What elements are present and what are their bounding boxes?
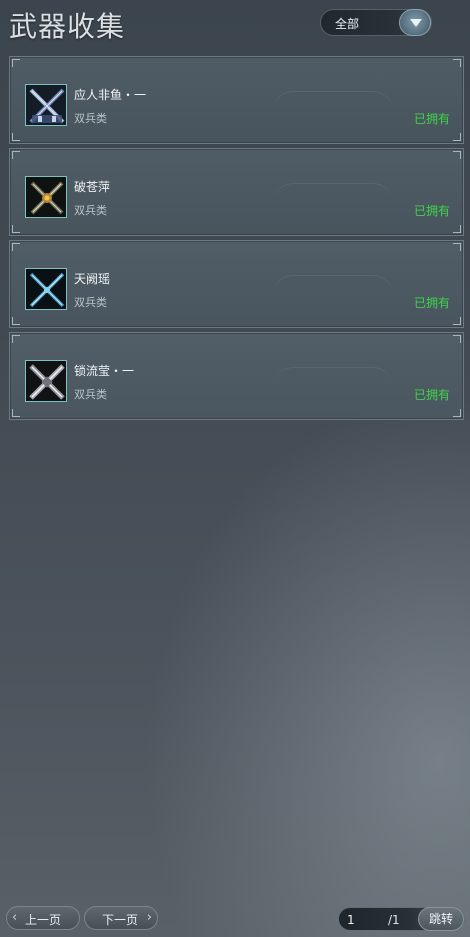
weapon-name: 破苍萍 <box>74 180 111 194</box>
dual-blades-blue-icon <box>25 84 67 126</box>
weapon-type: 双兵类 <box>74 388 107 401</box>
filter-selected-value: 全部 <box>335 17 360 31</box>
weapon-card[interactable]: 应人非鱼・一 双兵类 已拥有 <box>9 56 464 144</box>
weapon-type: 双兵类 <box>74 112 107 125</box>
next-page-button[interactable]: 下一页 › <box>84 906 158 930</box>
header: 武器收集 全部 <box>0 0 470 50</box>
corner-ornament <box>453 59 461 67</box>
jump-button[interactable]: 跳转 <box>418 907 464 931</box>
corner-ornament <box>453 335 461 343</box>
chevron-left-icon: ‹ <box>12 910 18 925</box>
weapon-name: 天阙瑶 <box>74 272 111 286</box>
corner-ornament <box>453 151 461 159</box>
weapon-name: 应人非鱼・一 <box>74 88 147 102</box>
prev-page-label: 上一页 <box>25 913 62 927</box>
next-page-label: 下一页 <box>102 913 139 927</box>
chevron-right-icon: › <box>146 910 152 925</box>
dual-blades-silver-icon <box>25 360 67 402</box>
weapon-name: 锁流莹・一 <box>74 364 135 378</box>
corner-ornament <box>453 133 461 141</box>
corner-ornament <box>12 133 20 141</box>
corner-ornament <box>12 59 20 67</box>
owned-status: 已拥有 <box>413 388 450 402</box>
owned-status: 已拥有 <box>413 112 450 126</box>
cloud-pattern <box>273 183 393 207</box>
corner-ornament <box>453 409 461 417</box>
cloud-pattern <box>273 91 393 115</box>
corner-ornament <box>12 151 20 159</box>
owned-status: 已拥有 <box>413 204 450 218</box>
page-total: /1 <box>388 913 400 927</box>
corner-ornament <box>453 317 461 325</box>
corner-ornament <box>12 243 20 251</box>
prev-page-button[interactable]: ‹ 上一页 <box>6 906 80 930</box>
corner-ornament <box>12 317 20 325</box>
corner-ornament <box>12 335 20 343</box>
page-jump-control: /1 跳转 <box>338 907 465 931</box>
page-number-input[interactable] <box>347 912 385 928</box>
corner-ornament <box>12 225 20 233</box>
weapon-card[interactable]: 锁流莹・一 双兵类 已拥有 <box>9 332 464 420</box>
chevron-down-icon[interactable] <box>399 9 431 36</box>
dual-blades-cyan-icon <box>25 268 67 310</box>
weapon-type: 双兵类 <box>74 204 107 217</box>
cloud-pattern <box>273 367 393 391</box>
weapon-card[interactable]: 天阙瑶 双兵类 已拥有 <box>9 240 464 328</box>
page-title: 武器收集 <box>9 10 126 43</box>
corner-ornament <box>453 243 461 251</box>
filter-dropdown[interactable]: 全部 <box>320 9 432 36</box>
cloud-pattern <box>273 275 393 299</box>
weapon-card[interactable]: 破苍萍 双兵类 已拥有 <box>9 148 464 236</box>
weapon-list: 应人非鱼・一 双兵类 已拥有 破苍萍 双兵类 已拥有 天阙瑶 双兵类 已拥有 锁… <box>9 56 464 424</box>
owned-status: 已拥有 <box>413 296 450 310</box>
dual-blades-gold-icon <box>25 176 67 218</box>
weapon-type: 双兵类 <box>74 296 107 309</box>
corner-ornament <box>453 225 461 233</box>
corner-ornament <box>12 409 20 417</box>
